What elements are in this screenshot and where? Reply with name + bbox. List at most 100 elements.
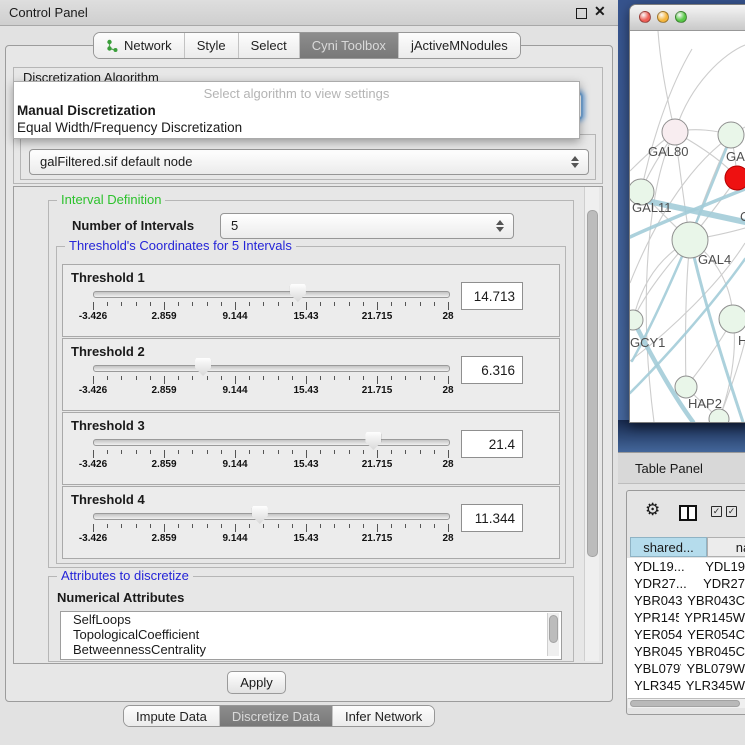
attributes-scrollbar-thumb[interactable] — [549, 615, 558, 643]
slider-track[interactable] — [93, 513, 450, 520]
threshold-value-field[interactable]: 6.316 — [461, 356, 523, 384]
tab-label: Select — [251, 38, 287, 53]
table-hscrollbar[interactable] — [628, 698, 745, 708]
name-cell[interactable]: YLR345W — [681, 677, 745, 694]
tab-cyni-toolbox[interactable]: Cyni Toolbox — [299, 33, 398, 58]
name-cell[interactable]: YBR043C — [682, 592, 745, 609]
shared-name-cell[interactable]: YER054C — [627, 626, 682, 643]
name-cell[interactable]: YBR045C — [682, 643, 745, 660]
name-cell[interactable]: YDL19 — [700, 558, 745, 575]
slider-tick — [121, 376, 122, 380]
threshold-value-field[interactable]: 11.344 — [461, 504, 523, 532]
combo-arrows-icon — [496, 220, 505, 232]
tab-impute-data[interactable]: Impute Data — [124, 706, 219, 726]
slider-tick — [334, 376, 335, 380]
tab-style[interactable]: Style — [184, 33, 238, 58]
slider-thumb[interactable] — [195, 358, 211, 376]
checkbox-icon[interactable]: ✓ — [711, 506, 722, 517]
slider-track[interactable] — [93, 365, 450, 372]
shared-name-cell[interactable]: YDR27... — [627, 575, 698, 592]
slider-tick — [192, 302, 193, 306]
shared-name-cell[interactable]: YBR043C — [627, 592, 682, 609]
slider-thumb[interactable] — [290, 284, 306, 302]
slider-tick — [178, 302, 179, 306]
tab-network[interactable]: Network — [94, 33, 184, 58]
table-row[interactable]: YBL079WYBL079W — [627, 660, 745, 677]
gcy1-node[interactable] — [630, 310, 643, 330]
float-window-icon[interactable] — [576, 8, 587, 19]
table-row[interactable]: YLR345WYLR345W — [627, 677, 745, 694]
shared-name-cell[interactable]: YBR045C — [627, 643, 682, 660]
tab-select[interactable]: Select — [238, 33, 299, 58]
slider-track[interactable] — [93, 291, 450, 298]
node-table[interactable]: YDL19...YDL19YDR27...YDR27YBR043CYBR043C… — [627, 558, 745, 698]
slider-track[interactable] — [93, 439, 450, 446]
mac-minimize-icon[interactable] — [657, 11, 669, 23]
slider-tick — [377, 450, 378, 458]
settings-scrollbar[interactable] — [584, 187, 599, 661]
shared-name-cell[interactable]: YDL19... — [627, 558, 700, 575]
split-columns-icon[interactable] — [679, 505, 697, 521]
table-row[interactable]: YDR27...YDR27 — [627, 575, 745, 592]
table-row[interactable]: YBR045CYBR045C — [627, 643, 745, 660]
table-row[interactable]: YPR145WYPR145W — [627, 609, 745, 626]
slider-tick — [320, 376, 321, 380]
table-row[interactable]: YER054CYER054C — [627, 626, 745, 643]
checkbox-icon[interactable]: ✓ — [726, 506, 737, 517]
table-data-combobox[interactable]: galFiltered.sif default node — [29, 149, 589, 175]
close-icon[interactable]: ✕ — [594, 3, 606, 20]
gal-node[interactable] — [718, 122, 744, 148]
shared-name-cell[interactable]: YLR345W — [627, 677, 681, 694]
slider-tick — [420, 302, 421, 306]
apply-button[interactable]: Apply — [227, 671, 286, 694]
settings-scrollbar-thumb[interactable] — [587, 210, 598, 557]
table-row[interactable]: YDL19...YDL19 — [627, 558, 745, 575]
network-canvas[interactable]: GAL80GACGAL11GAL4GCY1HHAP2 — [630, 31, 745, 422]
name-cell[interactable]: YER054C — [682, 626, 745, 643]
network-view-window[interactable]: GAL80GACGAL11GAL4GCY1HHAP2 — [629, 4, 745, 423]
mac-close-icon[interactable] — [639, 11, 651, 23]
bottom-tabs: Impute Data Discretize Data Infer Network — [123, 705, 435, 727]
algorithm-option[interactable]: Equal Width/Frequency Discretization — [17, 120, 242, 135]
hap2-node[interactable] — [675, 376, 697, 398]
shared-name-cell[interactable]: YBL079W — [627, 660, 681, 677]
tab-infer-network[interactable]: Infer Network — [332, 706, 434, 726]
number-of-intervals-combobox[interactable]: 5 — [220, 213, 514, 239]
name-cell[interactable]: YDR27 — [698, 575, 745, 592]
slider-tick — [377, 376, 378, 384]
threshold-value-field[interactable]: 21.4 — [461, 430, 523, 458]
table-row[interactable]: YBR043CYBR043C — [627, 592, 745, 609]
table-hscrollbar-thumb[interactable] — [630, 700, 740, 707]
red-node[interactable] — [725, 166, 745, 190]
shared-name-cell[interactable]: YPR145W — [627, 609, 679, 626]
h-node[interactable] — [719, 305, 745, 333]
column-header-0[interactable]: shared... — [630, 537, 707, 557]
attribute-item[interactable]: TopologicalCoefficient — [61, 627, 561, 642]
slider-thumb[interactable] — [365, 432, 381, 450]
threshold-value-field[interactable]: 14.713 — [461, 282, 523, 310]
attributes-list-scrollbar[interactable] — [547, 613, 559, 656]
slider-tick — [278, 376, 279, 380]
slider-tick — [448, 524, 449, 532]
slider-tick-label: 15.43 — [293, 311, 318, 322]
attribute-item[interactable]: SelfLoops — [61, 612, 561, 627]
slider-tick-label: 9.144 — [222, 459, 247, 470]
gal80-node[interactable] — [662, 119, 688, 145]
mac-zoom-icon[interactable] — [675, 11, 687, 23]
gear-icon[interactable]: ⚙ — [645, 501, 660, 518]
slider-tick — [292, 450, 293, 454]
numerical-attributes-list[interactable]: SelfLoopsTopologicalCoefficientBetweenne… — [60, 611, 562, 660]
slider-tick — [377, 524, 378, 532]
tab-label: Discretize Data — [232, 709, 320, 724]
column-header-1[interactable]: name — [707, 537, 745, 557]
name-cell[interactable]: YBL079W — [681, 660, 745, 677]
tab-discretize-data[interactable]: Discretize Data — [219, 706, 332, 726]
slider-tick — [164, 450, 165, 458]
algorithm-option[interactable]: Manual Discretization — [17, 103, 156, 118]
tab-jactivemnodules[interactable]: jActiveMNodules — [398, 33, 520, 58]
name-cell[interactable]: YPR145W — [679, 609, 745, 626]
slider-thumb[interactable] — [252, 506, 268, 524]
panel-title: Control Panel — [9, 5, 88, 20]
attribute-item[interactable]: BetweennessCentrality — [61, 642, 561, 657]
network-window-titlebar[interactable] — [630, 5, 745, 31]
